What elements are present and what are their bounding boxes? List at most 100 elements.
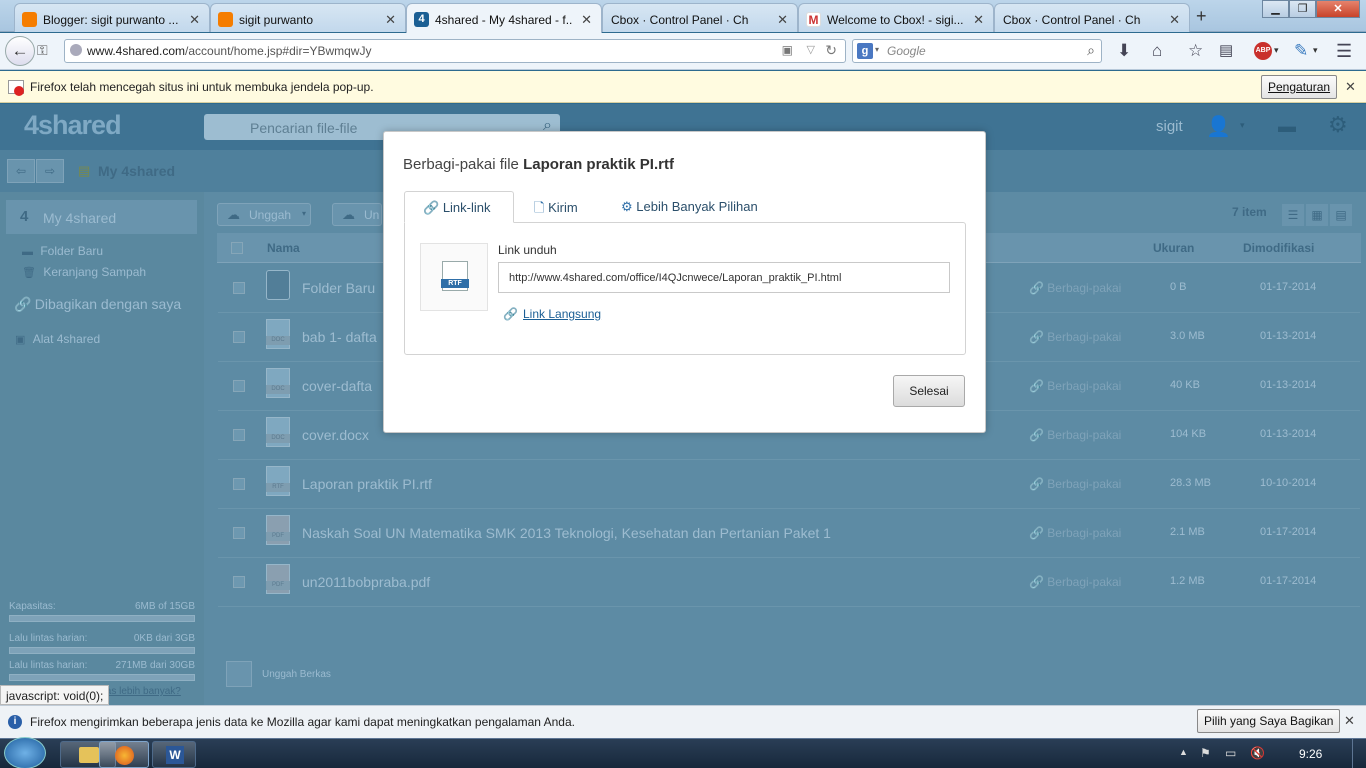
download-link-field[interactable] — [498, 262, 950, 293]
done-button[interactable]: Selesai — [893, 375, 965, 407]
close-tab-icon[interactable]: ✕ — [973, 12, 984, 28]
file-name[interactable]: Naskah Soal UN Matematika SMK 2013 Tekno… — [302, 525, 831, 541]
breadcrumb[interactable]: My 4shared — [98, 163, 175, 179]
select-all-checkbox[interactable] — [231, 242, 243, 254]
file-name[interactable]: Laporan praktik PI.rtf — [302, 476, 432, 492]
close-tab-icon[interactable]: ✕ — [385, 12, 396, 28]
tab-more-options[interactable]: ⚙ Lebih Banyak Pilihan — [621, 191, 758, 223]
upload-file-icon[interactable] — [226, 661, 252, 687]
share-link[interactable]: 🔗 Berbagi-pakai — [1029, 526, 1121, 540]
sidebar-item-folder-baru[interactable]: ▬ Folder Baru — [22, 244, 103, 258]
column-modified[interactable]: Dimodifikasi — [1243, 241, 1314, 255]
dropdown-icon[interactable]: ▽ — [807, 43, 815, 56]
close-tab-icon[interactable]: ✕ — [189, 12, 200, 28]
row-checkbox[interactable] — [233, 380, 245, 392]
upload-more-button[interactable]: ☁ Un — [332, 203, 382, 226]
column-size[interactable]: Ukuran — [1153, 241, 1194, 255]
reader-icon[interactable]: ▣ — [782, 43, 793, 57]
adblock-icon[interactable]: ABP — [1254, 42, 1272, 60]
download-icon[interactable]: ⬇ — [1117, 41, 1131, 61]
volume-muted-icon[interactable]: 🔇 — [1250, 746, 1265, 760]
share-link[interactable]: 🔗 Berbagi-pakai — [1029, 575, 1121, 589]
tab-cbox-2[interactable]: Cbox · Control Panel · Chat ... ✕ — [994, 3, 1190, 32]
flag-icon[interactable]: ⚑ — [1200, 746, 1211, 760]
sidebar-item-alat[interactable]: ▣ Alat 4shared — [15, 332, 100, 346]
direct-link[interactable]: Link Langsung — [523, 307, 601, 321]
tab-blogger[interactable]: Blogger: sigit purwanto ... ✕ — [14, 3, 210, 32]
upload-file-label[interactable]: Unggah Berkas — [262, 669, 331, 680]
sidebar-item-my4shared[interactable]: 4 My 4shared — [6, 200, 197, 234]
column-name[interactable]: Nama — [267, 241, 300, 255]
tab-cbox[interactable]: Cbox · Control Panel · Chat ... ✕ — [602, 3, 798, 32]
search-box[interactable]: g ▾ Google ⌕ — [852, 39, 1102, 63]
close-tab-icon[interactable]: ✕ — [1169, 12, 1180, 28]
tab-sigit[interactable]: sigit purwanto ✕ — [210, 3, 406, 32]
chevron-down-icon[interactable]: ▾ — [1274, 45, 1279, 56]
file-name[interactable]: un2011bobpraba.pdf — [302, 574, 430, 590]
windows-start-icon[interactable] — [4, 737, 46, 768]
show-desktop-button[interactable] — [1352, 739, 1366, 768]
share-link[interactable]: 🔗 Berbagi-pakai — [1029, 379, 1121, 393]
taskbar-word[interactable]: W — [152, 741, 196, 768]
pengaturan-button[interactable]: Pengaturan — [1261, 75, 1338, 99]
close-icon[interactable]: ✕ — [1345, 79, 1356, 95]
url-bar[interactable]: www.4shared.com/account/home.jsp#dir=YBw… — [64, 39, 846, 63]
close-tab-icon[interactable]: ✕ — [777, 12, 788, 28]
tray-arrow-icon[interactable]: ▲ — [1179, 747, 1188, 757]
menu-icon[interactable]: ☰ — [1336, 41, 1352, 62]
search-icon[interactable]: ⌕ — [1087, 42, 1095, 59]
table-row[interactable]: RTF Laporan praktik PI.rtf 🔗 Berbagi-pak… — [218, 460, 1360, 509]
row-checkbox[interactable] — [233, 478, 245, 490]
row-checkbox[interactable] — [233, 527, 245, 539]
close-tab-icon[interactable]: ✕ — [581, 12, 592, 28]
more-traffic-link[interactable]: tas lebih banyak? — [103, 686, 181, 697]
chevron-down-icon[interactable]: ▾ — [1240, 120, 1245, 131]
new-tab-icon[interactable]: + — [1196, 6, 1207, 27]
reload-icon[interactable]: ↻ — [825, 42, 837, 59]
bookmark-star-icon[interactable]: ☆ — [1188, 41, 1203, 61]
user-name[interactable]: sigit — [1156, 118, 1183, 135]
4shared-logo[interactable]: 4shared — [24, 110, 122, 141]
sidebar-item-keranjang[interactable]: 🗑 Keranjang Sampah — [22, 265, 146, 279]
maximize-icon[interactable]: ❐ — [1289, 0, 1316, 18]
network-icon[interactable]: ▭ — [1225, 746, 1236, 760]
addon-icon[interactable]: ✎ — [1294, 41, 1308, 61]
detail-view-icon[interactable]: ▤ — [1330, 204, 1352, 226]
bookmarks-menu-icon[interactable]: ▤ — [1219, 41, 1233, 59]
file-name[interactable]: Folder Baru — [302, 280, 375, 296]
tab-4shared[interactable]: 4 4shared - My 4shared - f... ✕ — [406, 3, 602, 33]
tab-link-link[interactable]: 🔗 Link-link — [404, 191, 514, 223]
back-button[interactable]: ← — [5, 36, 35, 66]
row-checkbox[interactable] — [233, 331, 245, 343]
row-checkbox[interactable] — [233, 576, 245, 588]
row-checkbox[interactable] — [233, 282, 245, 294]
chevron-down-icon[interactable]: ▾ — [1313, 45, 1318, 56]
file-name[interactable]: bab 1- dafta — [302, 329, 377, 345]
grid-view-icon[interactable]: ▦ — [1306, 204, 1328, 226]
taskbar-firefox[interactable] — [99, 741, 149, 768]
clock[interactable]: 9:26 — [1299, 747, 1322, 761]
back-arrow-icon[interactable]: ⇦ — [7, 159, 35, 183]
row-checkbox[interactable] — [233, 429, 245, 441]
tab-gmail[interactable]: M Welcome to Cbox! - sigi... ✕ — [798, 3, 994, 32]
avatar-icon[interactable]: 👤 — [1206, 114, 1231, 139]
table-row[interactable]: PDF un2011bobpraba.pdf 🔗 Berbagi-pakai 1… — [218, 558, 1360, 607]
list-view-icon[interactable]: ☰ — [1282, 204, 1304, 226]
chat-icon[interactable]: ▬ — [1278, 116, 1296, 137]
share-link[interactable]: 🔗 Berbagi-pakai — [1029, 477, 1121, 491]
forward-arrow-icon[interactable]: ⇨ — [36, 159, 64, 183]
close-icon[interactable]: ✕ — [1344, 713, 1355, 729]
google-icon[interactable]: g — [857, 43, 873, 59]
upload-button[interactable]: ☁ Unggah ▾ — [217, 203, 311, 226]
share-link[interactable]: 🔗 Berbagi-pakai — [1029, 428, 1121, 442]
minimize-icon[interactable]: ▁ — [1262, 0, 1289, 18]
gear-icon[interactable]: ⚙ — [1328, 112, 1348, 138]
table-row[interactable]: PDF Naskah Soal UN Matematika SMK 2013 T… — [218, 509, 1360, 558]
home-icon[interactable]: ⌂ — [1152, 41, 1162, 61]
share-link[interactable]: 🔗 Berbagi-pakai — [1029, 330, 1121, 344]
file-name[interactable]: cover.docx — [302, 427, 369, 443]
window-close-icon[interactable]: ✕ — [1316, 0, 1360, 18]
share-link[interactable]: 🔗 Berbagi-pakai — [1029, 281, 1121, 295]
tab-kirim[interactable]: 🗋 Kirim — [534, 191, 578, 223]
sidebar-item-dibagikan[interactable]: 🔗 Dibagikan dengan saya — [14, 296, 181, 313]
